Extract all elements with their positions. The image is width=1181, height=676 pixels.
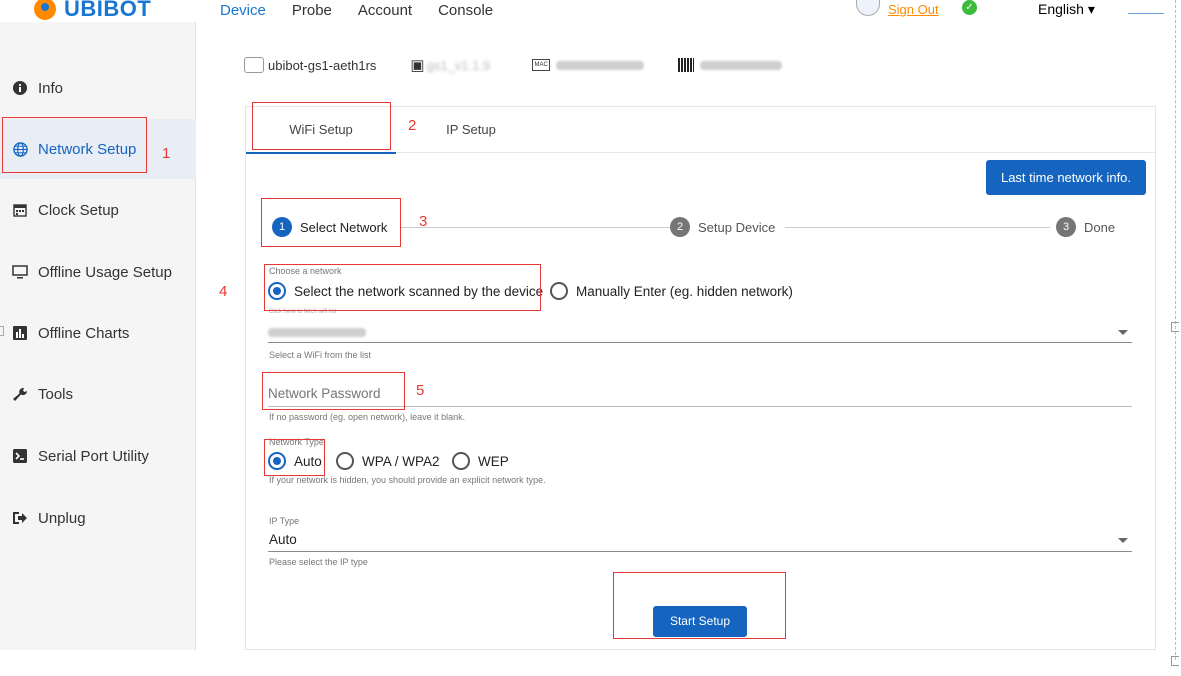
serial-number-redacted — [700, 60, 783, 70]
radio-unchecked-icon — [452, 452, 470, 470]
wifi-name-redacted — [268, 328, 366, 337]
step-label: Setup Device — [698, 219, 776, 235]
sign-out-icon — [12, 510, 28, 526]
step-number: 2 — [670, 217, 690, 237]
password-helper-text: If no password (eg. open network), leave… — [269, 412, 466, 422]
ip-type-underline — [268, 551, 1132, 552]
sidebar-item-label: Unplug — [38, 509, 86, 527]
device-icon — [244, 57, 264, 73]
device-name: ubibot-gs1-aeth1rs — [268, 57, 377, 73]
sidebar-item-label: Info — [38, 79, 64, 97]
radio-label: WEP — [478, 453, 509, 469]
logo-mark-icon — [34, 0, 56, 20]
annotation-number: 5 — [416, 382, 425, 399]
nav-console[interactable]: Console — [438, 2, 493, 19]
language-label: English — [1038, 1, 1084, 17]
ip-type-helper-text: Please select the IP type — [269, 557, 368, 567]
annotation-number: 2 — [408, 117, 417, 134]
annotation-number: 1 — [162, 145, 171, 162]
check-icon: ✓ — [962, 0, 977, 15]
sidebar-item-label: Offline Charts — [38, 324, 130, 342]
mac-icon: MAC — [532, 59, 551, 71]
step-label: Done — [1084, 219, 1116, 235]
annotation-box-select-network — [261, 198, 401, 247]
monitor-icon — [12, 264, 28, 280]
page-edge-mark — [1171, 656, 1179, 666]
ip-type-value: Auto — [269, 532, 297, 547]
radio-label: WPA / WPA2 — [362, 453, 440, 469]
annotation-number: 3 — [419, 213, 428, 230]
nav-account[interactable]: Account — [358, 2, 412, 19]
sidebar-item-label: Clock Setup — [38, 201, 119, 219]
stepper-connector — [785, 227, 1050, 228]
dropdown-caret-icon — [1118, 538, 1128, 543]
barcode-icon — [678, 58, 695, 72]
terminal-icon — [12, 448, 28, 464]
language-select[interactable]: English ▾ — [1038, 1, 1095, 18]
ip-type-label: IP Type — [269, 516, 300, 526]
annotation-box-wifi-tab — [252, 102, 391, 150]
radio-unchecked-icon — [550, 282, 568, 300]
brand-logo[interactable]: UBIBOT — [34, 0, 151, 22]
stepper-connector — [400, 227, 670, 228]
bar-chart-icon — [12, 325, 28, 341]
annotation-box-start-setup — [613, 572, 786, 639]
header-edge-box — [1128, 0, 1164, 14]
annotation-box-scanned-option — [264, 264, 541, 311]
sidebar-item-unplug[interactable]: Unplug — [0, 488, 196, 548]
sidebar-item-label: Offline Usage Setup — [38, 263, 172, 281]
last-network-info-button[interactable]: Last time network info. — [986, 160, 1146, 195]
sidebar-item-clock-setup[interactable]: Clock Setup — [0, 180, 196, 240]
main-nav: Device Probe Account Console — [220, 2, 493, 19]
radio-unchecked-icon — [336, 452, 354, 470]
network-type-helper-text: If your network is hidden, you should pr… — [269, 475, 546, 485]
dropdown-caret-icon — [1118, 330, 1128, 335]
step-setup-device: 2 Setup Device — [670, 217, 776, 237]
wifi-select[interactable] — [268, 322, 1132, 342]
annotation-box-password — [262, 372, 405, 410]
sidebar-item-offline-usage-setup[interactable]: Offline Usage Setup — [0, 242, 196, 302]
annotation-box-network-setup — [2, 117, 147, 173]
calendar-icon — [12, 202, 28, 218]
user-avatar[interactable] — [856, 0, 880, 16]
step-number: 3 — [1056, 217, 1076, 237]
annotation-number: 4 — [219, 283, 228, 300]
info-icon — [12, 80, 28, 96]
nav-probe[interactable]: Probe — [292, 2, 332, 19]
step-done: 3 Done — [1056, 217, 1116, 237]
sidebar-item-label: Tools — [38, 385, 74, 403]
annotation-box-auto-type — [264, 439, 325, 476]
tab-ip-setup[interactable]: IP Setup — [426, 107, 516, 153]
radio-type-wpa[interactable]: WPA / WPA2 — [336, 452, 440, 470]
caret-down-icon: ▾ — [1087, 1, 1095, 17]
sidebar-item-tools[interactable]: Tools — [0, 364, 196, 424]
sign-out-link[interactable]: Sign Out — [888, 2, 939, 17]
ip-type-select[interactable] — [268, 530, 1132, 550]
radio-label: Manually Enter (eg. hidden network) — [576, 283, 793, 299]
wifi-select-underline — [268, 342, 1132, 343]
page-edge-mark — [0, 326, 4, 336]
chip-icon: ▣ — [410, 57, 425, 74]
wrench-icon — [12, 386, 28, 402]
radio-manual-network[interactable]: Manually Enter (eg. hidden network) — [550, 282, 793, 300]
sidebar-item-label: Serial Port Utility — [38, 447, 149, 465]
firmware-version: gs1_v1.1.9 — [426, 57, 491, 73]
wifi-helper-text: Select a WiFi from the list — [269, 350, 372, 360]
device-info-row: ubibot-gs1-aeth1rs ▣ gs1_v1.1.9 MAC — [244, 56, 783, 74]
page-edge-mark — [1171, 322, 1179, 332]
top-bar: UBIBOT Device Probe Account Console Sign… — [0, 0, 1181, 22]
radio-type-wep[interactable]: WEP — [452, 452, 509, 470]
mac-address-redacted — [556, 60, 645, 70]
nav-device[interactable]: Device — [220, 2, 266, 19]
brand-name: UBIBOT — [64, 0, 152, 21]
sidebar-item-offline-charts[interactable]: Offline Charts — [0, 303, 196, 363]
sidebar-item-info[interactable]: Info — [0, 58, 196, 118]
sidebar-item-serial-port-utility[interactable]: Serial Port Utility — [0, 426, 196, 486]
